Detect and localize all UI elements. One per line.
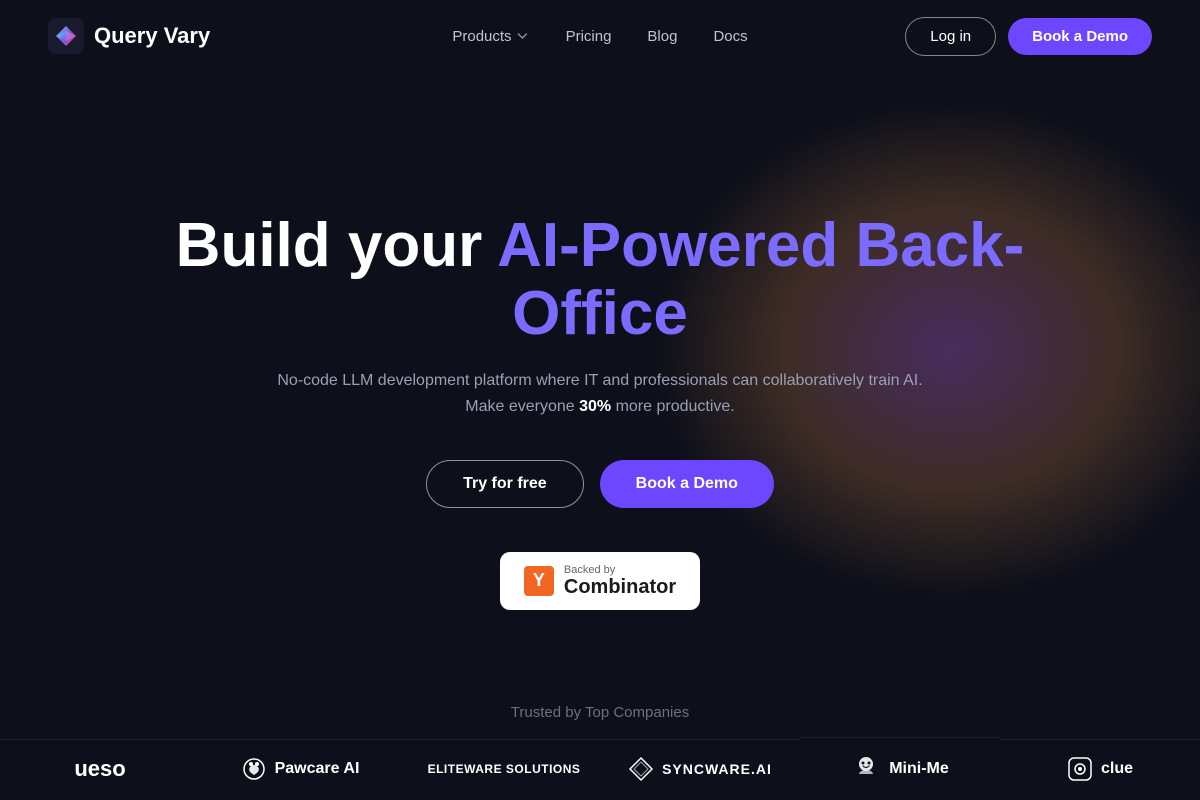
logo-ueso: ueso	[0, 739, 200, 798]
hero-subtitle: No-code LLM development platform where I…	[260, 368, 940, 419]
nav-links: Products Pricing Blog Docs	[452, 28, 747, 45]
logo-link[interactable]: Query Vary	[48, 18, 210, 54]
nav-blog[interactable]: Blog	[647, 28, 677, 45]
minime-icon	[851, 754, 881, 784]
logo-clue: clue	[1000, 739, 1200, 798]
hero-cta-group: Try for free Book a Demo	[426, 460, 774, 508]
nav-products[interactable]: Products	[452, 28, 529, 45]
logo-eliteware: ELITEWARE SOLUTIONS	[400, 739, 600, 798]
chevron-down-icon	[516, 29, 530, 43]
trusted-logos-row: ueso Pawcare AI ELITEWARE SOLUTIONS	[0, 737, 1200, 800]
logo-syncware: SYNCWARE.AI	[600, 739, 800, 798]
book-demo-nav-button[interactable]: Book a Demo	[1008, 18, 1152, 55]
logo-minime: Mini-Me	[800, 737, 1000, 800]
logo-icon	[48, 18, 84, 54]
pawcare-icon	[241, 756, 267, 782]
hero-title: Build your AI-Powered Back-Office	[170, 212, 1030, 348]
navbar: Query Vary Products Pricing Blog Docs Lo…	[0, 0, 1200, 72]
trusted-section: Trusted by Top Companies ueso Pawcare AI…	[0, 684, 1200, 800]
login-button[interactable]: Log in	[905, 17, 996, 56]
nav-docs[interactable]: Docs	[713, 28, 747, 45]
book-demo-hero-button[interactable]: Book a Demo	[600, 460, 774, 508]
nav-actions: Log in Book a Demo	[905, 17, 1152, 56]
clue-icon	[1067, 756, 1093, 782]
yc-logo-icon: Y	[524, 566, 554, 596]
hero-section: Build your AI-Powered Back-Office No-cod…	[0, 72, 1200, 610]
logo-pawcare: Pawcare AI	[200, 739, 400, 798]
nav-pricing[interactable]: Pricing	[566, 28, 612, 45]
try-free-button[interactable]: Try for free	[426, 460, 584, 508]
yc-text: Backed by Combinator	[564, 564, 676, 598]
yc-badge: Y Backed by Combinator	[500, 552, 700, 610]
logo-text: Query Vary	[94, 23, 210, 49]
trusted-label: Trusted by Top Companies	[0, 704, 1200, 721]
syncware-icon	[628, 756, 654, 782]
